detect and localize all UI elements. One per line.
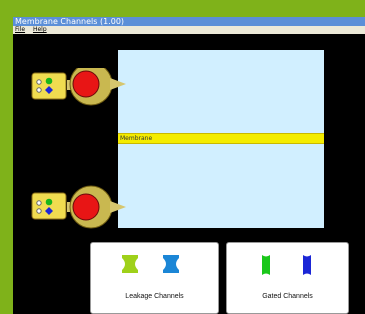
gated-channel-green-icon[interactable] bbox=[260, 254, 272, 276]
gated-channels-label: Gated Channels bbox=[262, 293, 313, 300]
menu-bar: File Help bbox=[13, 26, 365, 34]
menu-help[interactable]: Help bbox=[33, 26, 47, 33]
title-bar: Membrane Channels (1.00) bbox=[13, 17, 365, 26]
membrane-label: Membrane bbox=[120, 135, 153, 142]
leak-channel-blue-icon[interactable] bbox=[162, 254, 180, 274]
simulation-stage: Membrane Leakage Channels Gated Channels bbox=[13, 34, 365, 314]
app-window: Membrane Channels (1.00) File Help Membr… bbox=[13, 17, 365, 314]
inject-button-bottom[interactable] bbox=[73, 194, 100, 221]
menu-file[interactable]: File bbox=[15, 26, 25, 33]
gated-channels-panel: Gated Channels bbox=[226, 242, 349, 314]
leakage-channels-label: Leakage Channels bbox=[125, 293, 184, 300]
leak-channel-green-icon[interactable] bbox=[121, 254, 139, 274]
leakage-channels-panel: Leakage Channels bbox=[90, 242, 219, 314]
membrane-bar: Membrane bbox=[118, 133, 324, 144]
inject-button-top[interactable] bbox=[73, 71, 100, 98]
gated-channel-blue-icon[interactable] bbox=[301, 254, 313, 276]
